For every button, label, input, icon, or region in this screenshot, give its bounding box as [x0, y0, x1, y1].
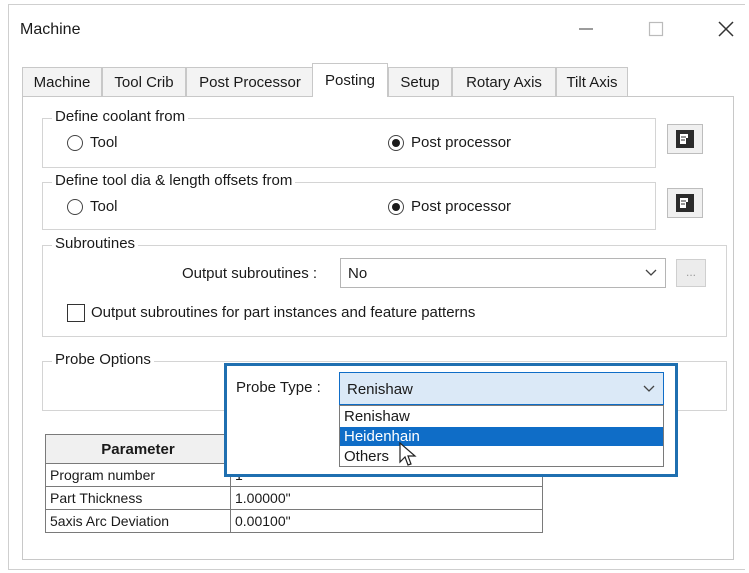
tab-setup[interactable]: Setup — [388, 67, 452, 96]
mouse-cursor-icon — [399, 442, 417, 466]
probe-option-others[interactable]: Others — [340, 447, 663, 466]
close-icon — [718, 21, 734, 37]
offsets-post-radio[interactable] — [388, 199, 404, 215]
minimize-button[interactable] — [566, 14, 606, 44]
offsets-tool-label: Tool — [90, 198, 118, 215]
parameter-name: Program number — [45, 463, 231, 487]
offsets-edit-button[interactable] — [667, 188, 703, 218]
offsets-legend: Define tool dia & length offsets from — [52, 172, 296, 189]
output-subroutines-label: Output subroutines : — [182, 265, 318, 282]
tab-post-processor[interactable]: Post Processor — [186, 67, 314, 96]
probe-type-label: Probe Type : — [236, 379, 321, 396]
tab-rotary-axis[interactable]: Rotary Axis — [452, 67, 556, 96]
probe-type-select[interactable]: Renishaw — [339, 372, 664, 405]
parameter-value[interactable]: 1.00000" — [230, 486, 543, 510]
tab-tool-crib[interactable]: Tool Crib — [102, 67, 186, 96]
tab-tilt-axis[interactable]: Tilt Axis — [556, 67, 628, 96]
tab-machine[interactable]: Machine — [22, 67, 102, 96]
chevron-down-icon — [643, 385, 655, 392]
tab-strip: Machine Tool Crib Post Processor Posting… — [22, 63, 732, 99]
minimize-icon — [579, 28, 593, 30]
parameter-name: 5axis Arc Deviation — [45, 509, 231, 533]
probe-option-renishaw[interactable]: Renishaw — [340, 407, 663, 426]
subroutines-legend: Subroutines — [52, 235, 139, 252]
probe-option-heidenhain[interactable]: Heidenhain — [340, 427, 663, 446]
probe-options-legend: Probe Options — [52, 351, 154, 368]
table-row[interactable]: 5axis Arc Deviation 0.00100" — [45, 509, 543, 533]
parameter-value[interactable]: 0.00100" — [230, 509, 543, 533]
output-instances-label: Output subroutines for part instances an… — [91, 304, 476, 321]
coolant-tool-radio[interactable] — [67, 135, 83, 151]
coolant-tool-label: Tool — [90, 134, 118, 151]
probe-type-dropdown: Renishaw Heidenhain Others — [339, 405, 664, 467]
document-edit-icon — [676, 194, 694, 212]
coolant-post-label: Post processor — [411, 134, 512, 151]
maximize-button[interactable] — [636, 14, 676, 44]
parameter-name: Part Thickness — [45, 486, 231, 510]
window-title: Machine — [20, 21, 81, 38]
output-subroutines-select[interactable]: No — [340, 258, 666, 288]
browse-button[interactable]: ... — [676, 259, 706, 287]
maximize-icon — [648, 21, 664, 37]
offsets-group — [42, 182, 656, 230]
coolant-legend: Define coolant from — [52, 108, 189, 125]
output-instances-checkbox[interactable] — [67, 304, 85, 322]
output-subroutines-value: No — [348, 265, 368, 282]
close-button[interactable] — [706, 14, 746, 44]
offsets-tool-radio[interactable] — [67, 199, 83, 215]
table-row[interactable]: Part Thickness 1.00000" — [45, 486, 543, 510]
document-edit-icon — [676, 130, 694, 148]
coolant-edit-button[interactable] — [667, 124, 703, 154]
offsets-post-label: Post processor — [411, 198, 512, 215]
probe-type-value: Renishaw — [347, 381, 413, 398]
coolant-group — [42, 118, 656, 168]
tab-posting[interactable]: Posting — [312, 63, 388, 97]
coolant-post-radio[interactable] — [388, 135, 404, 151]
chevron-down-icon — [645, 269, 657, 276]
parameter-header: Parameter — [45, 434, 231, 464]
